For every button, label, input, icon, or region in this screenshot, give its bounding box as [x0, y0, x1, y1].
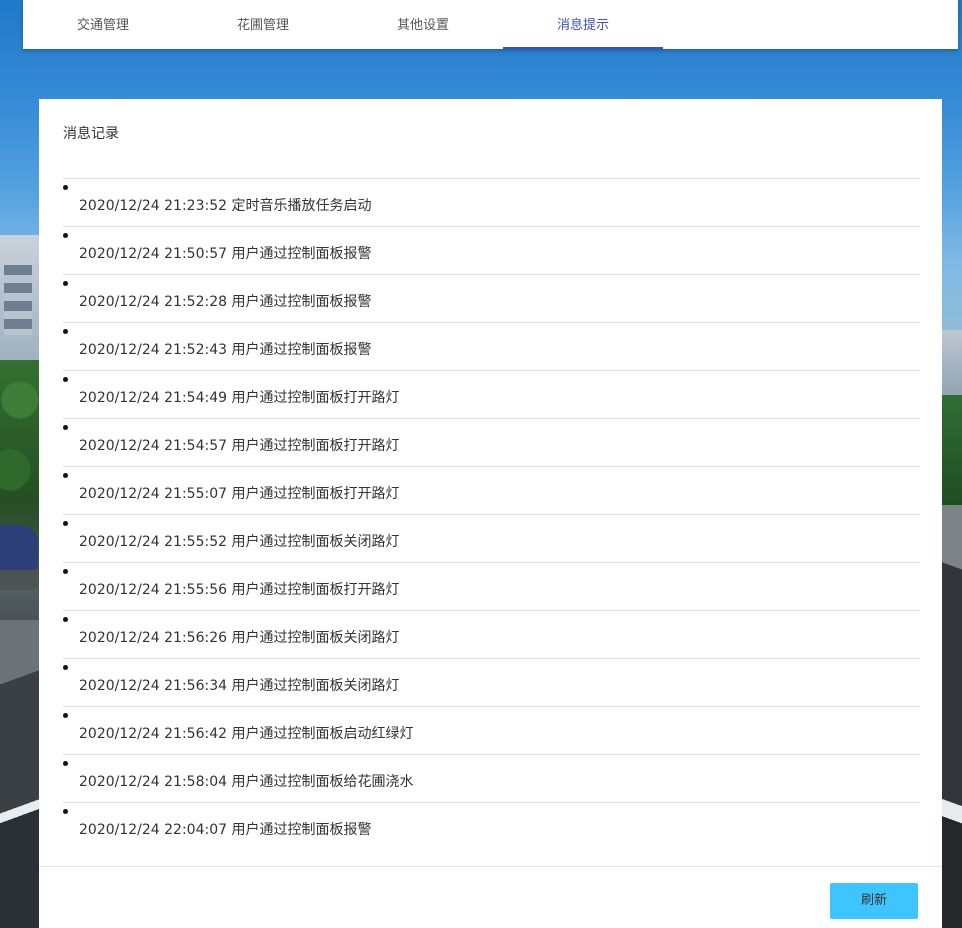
- message-item: 2020/12/24 21:56:42 用户通过控制面板启动红绿灯: [63, 706, 919, 754]
- message-item: 2020/12/24 21:55:56 用户通过控制面板打开路灯: [63, 562, 919, 610]
- message-text: 2020/12/24 21:54:49 用户通过控制面板打开路灯: [79, 390, 400, 406]
- tab-garden-management[interactable]: 花圃管理: [183, 0, 343, 49]
- message-text: 2020/12/24 21:52:43 用户通过控制面板报警: [79, 342, 372, 358]
- message-item: 2020/12/24 21:56:34 用户通过控制面板关闭路灯: [63, 658, 919, 706]
- message-item: 2020/12/24 21:23:52 定时音乐播放任务启动: [63, 178, 919, 226]
- message-text: 2020/12/24 21:58:04 用户通过控制面板给花圃浇水: [79, 774, 414, 790]
- message-item: 2020/12/24 21:52:43 用户通过控制面板报警: [63, 322, 919, 370]
- message-list: 2020/12/24 21:23:52 定时音乐播放任务启动 2020/12/2…: [63, 178, 919, 850]
- background-car: [0, 525, 38, 570]
- message-text: 2020/12/24 21:55:56 用户通过控制面板打开路灯: [79, 582, 400, 598]
- message-record-card: 消息记录 2020/12/24 21:23:52 定时音乐播放任务启动 2020…: [39, 99, 942, 928]
- background-building-right: [942, 330, 962, 400]
- message-text: 2020/12/24 21:52:28 用户通过控制面板报警: [79, 294, 372, 310]
- background-building-left: [0, 235, 40, 365]
- background-trees-right: [942, 395, 962, 505]
- message-item: 2020/12/24 21:54:49 用户通过控制面板打开路灯: [63, 370, 919, 418]
- refresh-button[interactable]: 刷新: [830, 883, 918, 919]
- message-item: 2020/12/24 21:58:04 用户通过控制面板给花圃浇水: [63, 754, 919, 802]
- background-road-right: [942, 505, 962, 928]
- message-text: 2020/12/24 21:54:57 用户通过控制面板打开路灯: [79, 438, 400, 454]
- card-footer-divider: [39, 866, 942, 867]
- message-item: 2020/12/24 21:50:57 用户通过控制面板报警: [63, 226, 919, 274]
- message-text: 2020/12/24 21:50:57 用户通过控制面板报警: [79, 246, 372, 262]
- message-text: 2020/12/24 21:23:52 定时音乐播放任务启动: [79, 198, 372, 214]
- message-text: 2020/12/24 21:55:07 用户通过控制面板打开路灯: [79, 486, 400, 502]
- message-item: 2020/12/24 22:04:07 用户通过控制面板报警: [63, 802, 919, 850]
- message-item: 2020/12/24 21:52:28 用户通过控制面板报警: [63, 274, 919, 322]
- background-road-left: [0, 620, 40, 928]
- message-item: 2020/12/24 21:55:07 用户通过控制面板打开路灯: [63, 466, 919, 514]
- card-title: 消息记录: [63, 126, 119, 142]
- message-text: 2020/12/24 21:55:52 用户通过控制面板关闭路灯: [79, 534, 400, 550]
- top-tab-bar: 交通管理 花圃管理 其他设置 消息提示: [23, 0, 958, 49]
- message-item: 2020/12/24 21:56:26 用户通过控制面板关闭路灯: [63, 610, 919, 658]
- tab-other-settings[interactable]: 其他设置: [343, 0, 503, 49]
- message-text: 2020/12/24 21:56:26 用户通过控制面板关闭路灯: [79, 630, 400, 646]
- tab-traffic-management[interactable]: 交通管理: [23, 0, 183, 49]
- tab-message-alerts[interactable]: 消息提示: [503, 0, 663, 49]
- message-text: 2020/12/24 22:04:07 用户通过控制面板报警: [79, 822, 372, 838]
- message-text: 2020/12/24 21:56:34 用户通过控制面板关闭路灯: [79, 678, 400, 694]
- message-text: 2020/12/24 21:56:42 用户通过控制面板启动红绿灯: [79, 726, 414, 742]
- message-item: 2020/12/24 21:55:52 用户通过控制面板关闭路灯: [63, 514, 919, 562]
- message-item: 2020/12/24 21:54:57 用户通过控制面板打开路灯: [63, 418, 919, 466]
